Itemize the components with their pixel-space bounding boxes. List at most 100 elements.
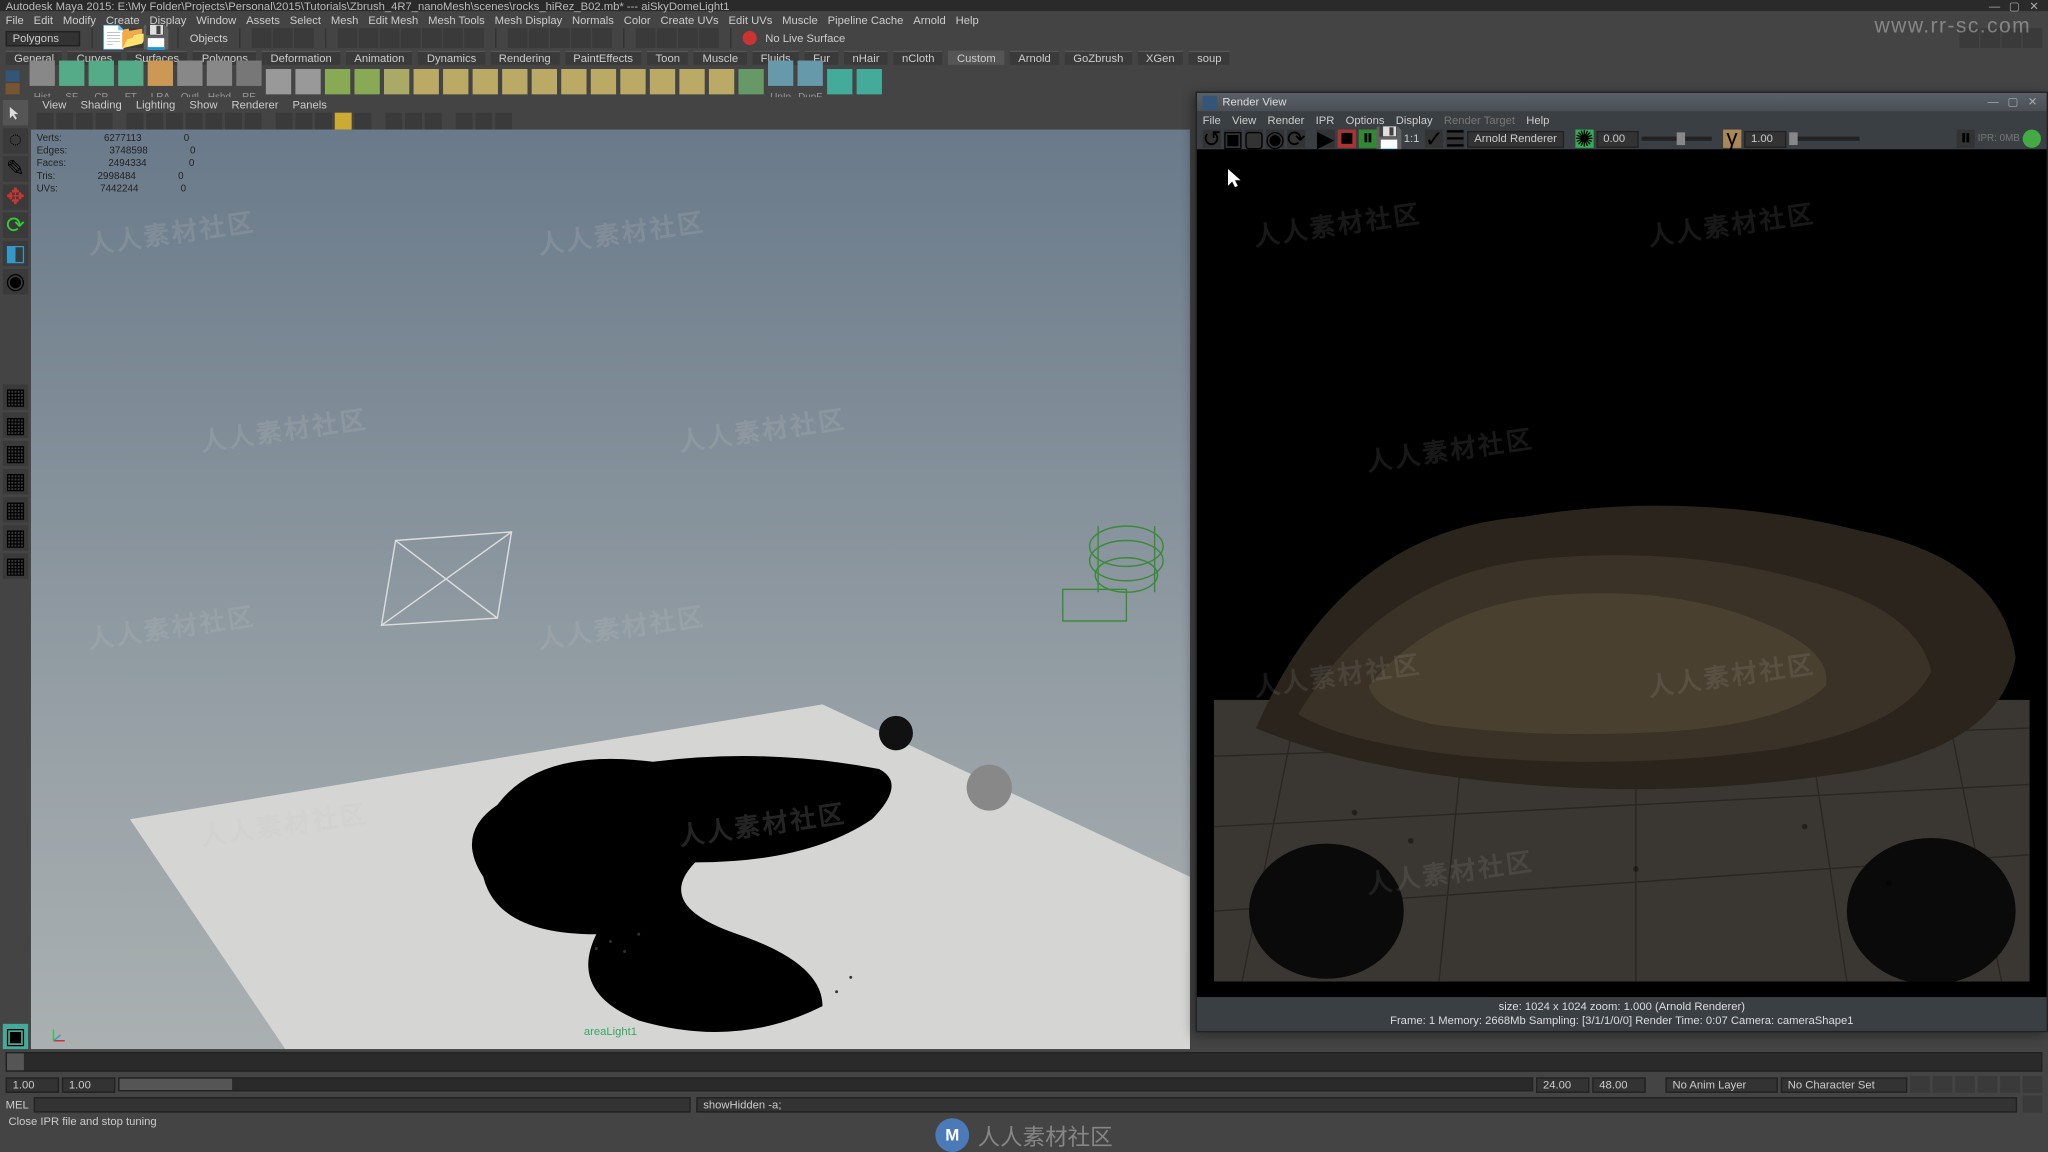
layout-single[interactable]: ▦ [3, 384, 28, 409]
layout-persp[interactable]: ▦ [3, 441, 28, 466]
vp-image-plane-icon[interactable] [96, 112, 113, 129]
vp-xray-icon[interactable] [405, 112, 422, 129]
shelf-tab-dynamics[interactable]: Dynamics [418, 50, 484, 64]
scale-tool[interactable]: ◧ [3, 241, 28, 266]
play-fwd-button[interactable] [1978, 1076, 1998, 1093]
shelf-btn-12[interactable] [354, 69, 379, 94]
vp-textured-icon[interactable] [315, 112, 332, 129]
range-slider[interactable] [118, 1077, 1533, 1091]
menu-select[interactable]: Select [290, 13, 321, 26]
layout-script[interactable]: ▦ [3, 553, 28, 578]
shelf-btn-13[interactable] [384, 69, 409, 94]
menu-help[interactable]: Help [956, 13, 979, 26]
construction-icon[interactable] [529, 28, 549, 48]
anim-layer-select[interactable]: No Anim Layer [1665, 1077, 1778, 1092]
last-tool[interactable]: ◉ [3, 269, 28, 294]
rw-minimize-button[interactable]: — [1985, 96, 2002, 107]
shelf-btn-15[interactable] [443, 69, 468, 94]
menu-arnold[interactable]: Arnold [913, 13, 946, 26]
shelf-btn-19[interactable] [561, 69, 586, 94]
shelf-btn-30[interactable] [857, 69, 882, 94]
quick-layout-icon[interactable]: ▣ [3, 1024, 28, 1049]
menu-mesh-display[interactable]: Mesh Display [495, 13, 563, 26]
snap-live-icon[interactable] [422, 28, 442, 48]
shelf-tab-muscle[interactable]: Muscle [694, 50, 747, 64]
layout-hyper[interactable]: ▦ [3, 525, 28, 550]
vp-gamma-icon[interactable] [475, 112, 492, 129]
cmd-mode-label[interactable]: MEL [6, 1098, 29, 1111]
vp-isolate-icon[interactable] [385, 112, 402, 129]
rw-keep-image-icon[interactable]: ✓ [1425, 130, 1443, 148]
shelf-tab-xgen[interactable]: XGen [1137, 50, 1183, 64]
vp-safe-action-icon[interactable] [225, 112, 242, 129]
play-back-button[interactable] [1955, 1076, 1975, 1093]
vp-shaded-icon[interactable] [295, 112, 312, 129]
live-surface-icon[interactable] [743, 31, 757, 45]
shelf-switch-2[interactable] [6, 82, 20, 93]
shelf-tab-deformation[interactable]: Deformation [262, 50, 340, 64]
menu-file[interactable]: File [6, 13, 24, 26]
menu-pipeline-cache[interactable]: Pipeline Cache [828, 13, 904, 26]
hypershade-icon[interactable] [699, 28, 719, 48]
rw-gamma-icon[interactable]: γ [1723, 130, 1741, 148]
vp-lights-icon[interactable] [335, 112, 352, 129]
vp-view-transform-icon[interactable] [495, 112, 512, 129]
vp-menu-renderer[interactable]: Renderer [232, 98, 279, 111]
lasso-tool[interactable]: ◌ [3, 128, 28, 153]
menu-assets[interactable]: Assets [246, 13, 280, 26]
vp-menu-shading[interactable]: Shading [80, 98, 121, 111]
outliner-icon[interactable] [657, 28, 677, 48]
rw-refresh-icon[interactable]: ⟳ [1287, 130, 1305, 148]
layout-four[interactable]: ▦ [3, 413, 28, 438]
shelf-tab-soup[interactable]: soup [1189, 50, 1230, 64]
shelf-btn-ft[interactable] [118, 61, 143, 86]
range-end-field[interactable] [1536, 1077, 1589, 1092]
shelf-tab-custom[interactable]: Custom [949, 50, 1005, 64]
rw-remove-image-icon[interactable]: ☰ [1446, 130, 1464, 148]
range-start-field[interactable] [6, 1077, 59, 1092]
shelf-btn-unin[interactable] [768, 61, 793, 86]
menu-modify[interactable]: Modify [63, 13, 96, 26]
rw-ipr-icon[interactable]: ◉ [1266, 130, 1284, 148]
lasso-tool-icon[interactable] [273, 28, 293, 48]
paint-select-icon[interactable] [294, 28, 314, 48]
paint-tool[interactable]: ✎ [3, 156, 28, 181]
rw-maximize-button[interactable]: ▢ [2004, 96, 2021, 107]
shelf-btn-cp[interactable] [89, 61, 114, 86]
snap-curve-icon[interactable] [359, 28, 379, 48]
rw-render-icon[interactable]: ▶ [1317, 130, 1335, 148]
rw-menu-help[interactable]: Help [1526, 113, 1549, 126]
shelf-btn-10[interactable] [295, 69, 320, 94]
layout-outliner[interactable]: ▦ [3, 469, 28, 494]
script-editor-button[interactable] [2023, 1096, 2043, 1113]
vp-shadows-icon[interactable] [354, 112, 371, 129]
range-total-field[interactable] [1592, 1077, 1645, 1092]
shelf-tab-nhair[interactable]: nHair [844, 50, 888, 64]
snap-toggle-icon[interactable] [464, 28, 484, 48]
rw-render-region-icon[interactable]: ▣ [1224, 130, 1242, 148]
vp-safe-title-icon[interactable] [245, 112, 262, 129]
time-slider[interactable] [0, 1049, 2048, 1074]
vp-bookmark-icon[interactable] [76, 112, 93, 129]
shelf-btn-22[interactable] [650, 69, 675, 94]
render-icon[interactable] [550, 28, 570, 48]
vp-camera-attr-icon[interactable] [56, 112, 73, 129]
mode-select[interactable]: Polygons [6, 30, 80, 45]
go-end-button[interactable] [2023, 1076, 2043, 1093]
character-set-select[interactable]: No Character Set [1781, 1077, 1908, 1092]
history-icon[interactable] [508, 28, 528, 48]
menu-create-uvs[interactable]: Create UVs [661, 13, 719, 26]
node-editor-icon[interactable] [678, 28, 698, 48]
rw-close-button[interactable]: ✕ [2024, 96, 2041, 107]
rw-redo-render-icon[interactable]: ↺ [1203, 130, 1221, 148]
vp-film-gate-icon[interactable] [146, 112, 163, 129]
shelf-btn-lra[interactable] [148, 61, 173, 86]
shelf-btn-hshd[interactable] [207, 61, 232, 86]
rewind-button[interactable] [1910, 1076, 1930, 1093]
shelf-tab-gozbrush[interactable]: GoZbrush [1065, 50, 1132, 64]
shelf-tab-rendering[interactable]: Rendering [490, 50, 559, 64]
shelf-btn-18[interactable] [532, 69, 557, 94]
rw-renderer-select[interactable]: Arnold Renderer [1467, 130, 1564, 147]
shelf-btn-re[interactable] [236, 61, 261, 86]
shelf-btn-11[interactable] [325, 69, 350, 94]
